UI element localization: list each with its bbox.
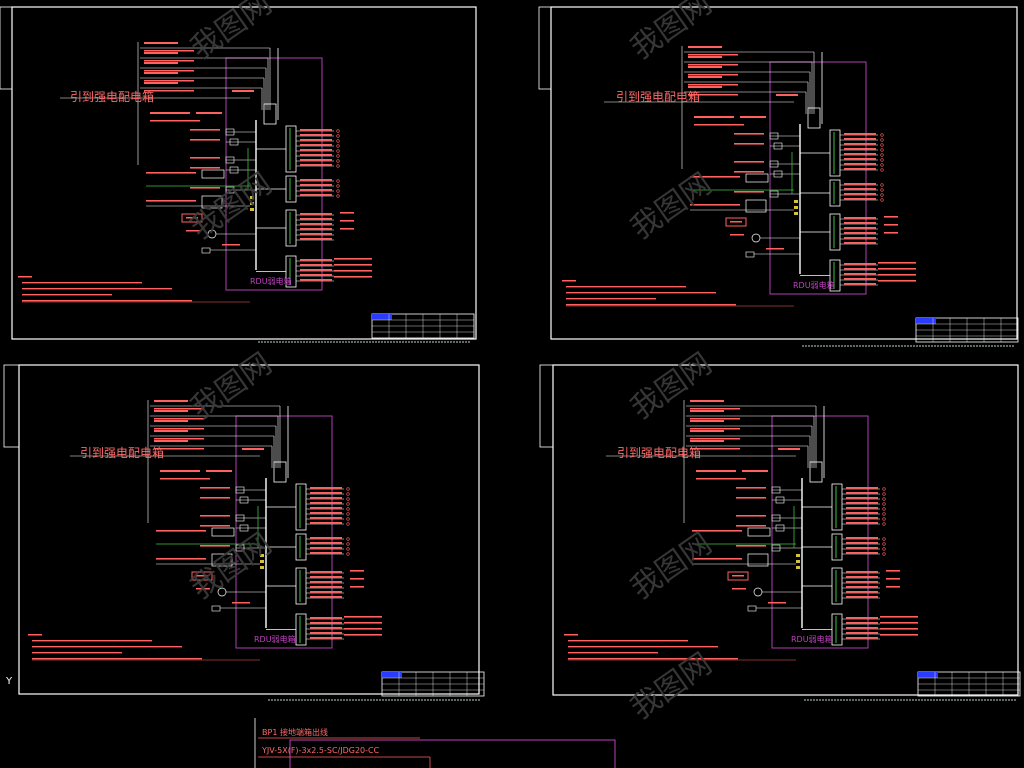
circuit-cable-spec: YJV-5X(F)-3x2.5-SC/JDG20-CC	[261, 746, 380, 755]
feed-label: 引到强电配电箱	[617, 445, 701, 460]
feed-label: 引到强电配电箱	[616, 89, 700, 104]
feed-label: 引到强电配电箱	[80, 445, 164, 460]
feed-label: 引到强电配电箱	[70, 89, 154, 104]
cad-drawing-canvas: 引到强电配电箱 RDU弱电箱 引到强电配电箱 RDU弱电箱 引到强电配电箱 RD…	[0, 0, 1024, 768]
box-label: RDU弱电箱	[250, 276, 292, 286]
axis-marker: Y	[5, 676, 13, 687]
box-label: RDU弱电箱	[254, 634, 296, 644]
box-label: RDU弱电箱	[791, 634, 833, 644]
circuit-title: BP1 接地端箱出线	[262, 727, 328, 737]
box-label: RDU弱电箱	[793, 280, 835, 290]
